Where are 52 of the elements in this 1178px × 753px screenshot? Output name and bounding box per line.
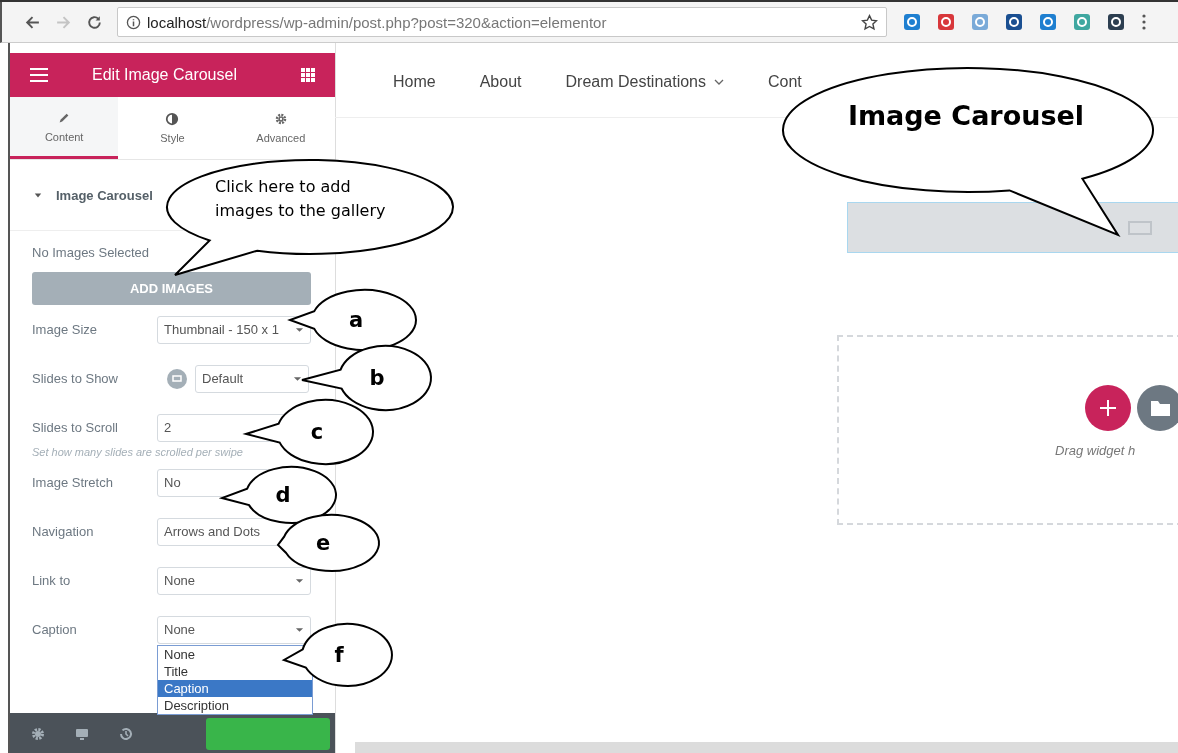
apps-grid-icon[interactable] (301, 68, 315, 82)
select-field[interactable]: Default (195, 364, 309, 393)
menu-icon[interactable] (1141, 13, 1147, 31)
reload-icon[interactable] (86, 13, 103, 31)
callout-letter: e (315, 531, 331, 555)
nav-link[interactable]: About (479, 73, 522, 91)
callout-text: Click here to add images to the gallery (215, 176, 387, 222)
bookmark-star-icon[interactable] (861, 13, 878, 31)
callout-letter: b (369, 366, 385, 390)
info-icon[interactable] (126, 14, 141, 30)
drop-hint: Drag widget h (1055, 443, 1136, 458)
callout-letter: f (334, 643, 344, 667)
gear-icon (273, 112, 288, 126)
callout-letter: a (348, 308, 364, 332)
field-label: Slides to Show (32, 371, 119, 386)
extension-icon[interactable] (1005, 13, 1023, 31)
field-label: Link to (32, 573, 72, 588)
caret-icon (295, 626, 304, 633)
callout-letter: c (310, 420, 324, 444)
dropdown-option[interactable]: Description (158, 697, 312, 714)
select-field[interactable]: None (157, 566, 311, 595)
nav-link[interactable]: Cont (768, 73, 802, 91)
field-label: Navigation (32, 524, 95, 539)
folder-icon[interactable] (1137, 385, 1178, 431)
extension-icon[interactable] (937, 13, 955, 31)
callout-text: Image Carousel (847, 100, 1085, 131)
update-button[interactable] (206, 717, 330, 750)
dropdown-option[interactable]: Caption (158, 680, 312, 697)
contrast-icon (165, 112, 180, 126)
field-label: Caption (32, 622, 78, 637)
panel-title: Edit Image Carousel (92, 66, 238, 84)
menu-icon[interactable] (30, 68, 48, 82)
nav-link[interactable]: Home (393, 73, 436, 91)
select-field[interactable]: None (157, 615, 311, 644)
panel-tab[interactable]: Style (118, 97, 227, 159)
caret-icon (295, 326, 304, 333)
caret-icon (293, 375, 302, 382)
field-label: Image Stretch (32, 475, 114, 490)
field-label: Slides to Scroll (32, 420, 119, 435)
help-text: Set how many slides are scrolled per swipe (32, 446, 244, 458)
add-icon[interactable] (1085, 385, 1131, 431)
caret-icon (295, 577, 304, 584)
field-label: Image Size (32, 322, 99, 337)
nav-link[interactable]: Dream Destinations (565, 73, 724, 91)
status-text: No Images Selected (32, 245, 151, 260)
image-icon (1128, 220, 1152, 235)
panel-tab[interactable]: Advanced (226, 97, 335, 159)
panel-tab[interactable]: Content (10, 97, 119, 159)
gear-icon[interactable] (30, 725, 46, 742)
history-icon[interactable] (118, 725, 134, 742)
extension-icon[interactable] (1107, 13, 1125, 31)
address-bar[interactable]: localhost/wordpress/wp-admin/post.php?post=320&action=elementor (117, 7, 887, 37)
